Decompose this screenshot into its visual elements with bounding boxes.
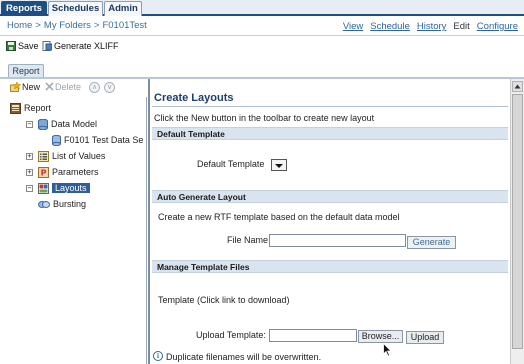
tab-report[interactable]: Report [8,64,44,78]
tree-item-label: F0101 Test Data Se [64,135,144,145]
scroll-up-icon[interactable] [512,81,523,92]
breadcrumb-separator: > [93,20,100,31]
generate-xliff-button[interactable]: Generate XLIFF [42,40,119,53]
tree-item-label: Parameters [52,167,99,177]
chevron-up-icon: ∧ [91,84,98,91]
manage-template-files-header: Manage Template Files [152,260,508,273]
upload-file-input[interactable] [269,329,357,342]
tree-item-label: List of Values [52,151,106,161]
save-button[interactable]: Save [6,40,39,53]
tab-admin[interactable]: Admin [104,1,142,16]
expand-toggle[interactable]: + [26,153,33,160]
tree-item-bursting[interactable]: Bursting [38,197,86,211]
tab-reports[interactable]: Reports [1,1,47,16]
schedule-link[interactable]: Schedule [370,21,410,32]
database-icon [52,135,61,146]
history-link[interactable]: History [417,21,447,32]
header-divider [0,35,524,36]
collapse-toggle[interactable]: − [26,121,33,128]
move-up-button[interactable]: ∧ [89,82,100,93]
auto-generate-description: Create a new RTF template based on the d… [158,212,400,222]
title-divider [152,106,508,107]
generate-xliff-label: Generate XLIFF [54,41,119,51]
vertical-scrollbar[interactable] [510,79,524,364]
move-down-button[interactable]: ∨ [104,82,115,93]
delete-icon [45,82,54,91]
breadcrumb-home[interactable]: Home [7,20,32,31]
tree-item-label: Report [24,103,52,113]
intro-text: Click the New button in the toolbar to c… [154,113,375,123]
layout-tree-pane: New Delete ∧ ∨ Report − Data Model F0101… [0,79,147,364]
report-icon [10,103,21,114]
file-name-input[interactable] [269,234,406,247]
list-icon [38,151,49,162]
tree-item-list-of-values[interactable]: List of Values [38,149,105,163]
tab-schedules[interactable]: Schedules [48,1,103,16]
tree-item-label: Data Model [51,119,98,129]
new-label: New [22,82,41,92]
breadcrumb-separator: > [35,20,41,31]
edit-label: Edit [453,21,470,32]
breadcrumb-row: Home > My Folders > F0101Test View Schedule Hi… [0,17,524,35]
chevron-down-icon: ∨ [106,84,113,91]
scrollbar-thumb[interactable] [512,94,523,349]
new-icon [10,81,22,92]
save-label: Save [18,41,39,51]
delete-label: Delete [55,82,82,92]
collapse-toggle[interactable]: − [26,185,33,192]
generate-button[interactable]: Generate [407,236,456,249]
view-link[interactable]: View [343,21,363,32]
expand-toggle[interactable]: + [26,169,33,176]
tree-item-label-selected: Layouts [52,183,90,193]
breadcrumb-my-folders[interactable]: My Folders [44,20,91,31]
mouse-cursor-icon [383,343,392,357]
tree-toolbar: New Delete ∧ ∨ [0,79,147,97]
tree-item-parameters[interactable]: P Parameters [38,165,99,179]
tree-item-report[interactable]: Report [10,101,51,115]
upload-template-label: Upload Template: [196,330,266,340]
top-tab-bar: Reports Schedules Admin [0,0,524,16]
file-name-label: File Name [227,235,269,245]
tree-item-label: Bursting [53,199,87,209]
upload-button[interactable]: Upload [406,331,444,344]
database-icon [38,119,48,130]
template-download-label: Template (Click link to download) [158,295,290,305]
svg-text:P: P [41,169,47,178]
default-template-label: Default Template [197,159,265,169]
tree-item-data-set[interactable]: F0101 Test Data Se [52,133,143,147]
default-template-header: Default Template [152,127,508,140]
save-icon [6,41,16,51]
tree-item-layouts[interactable]: Layouts [38,181,90,195]
info-icon: i [153,351,163,361]
new-button[interactable]: New [10,81,41,92]
chevron-down-icon [275,164,283,168]
browse-button[interactable]: Browse... [358,330,403,343]
breadcrumb-current: F0101Test [102,20,147,31]
parameters-icon: P [38,167,49,178]
view-links: View Schedule History Edit Configure [336,21,518,32]
bursting-icon [38,201,50,208]
configure-link[interactable]: Configure [477,21,518,32]
generate-xliff-icon [42,41,53,51]
breadcrumb: Home > My Folders > F0101Test [7,20,147,31]
page-title: Create Layouts [154,92,234,104]
main-toolbar: Save Generate XLIFF [0,37,524,55]
delete-button[interactable]: Delete [45,82,81,92]
layouts-icon [38,183,49,194]
default-template-select[interactable] [271,159,287,171]
tree-item-data-model[interactable]: Data Model [38,117,97,131]
duplicate-warning-text: Duplicate filenames will be overwritten. [166,352,322,362]
auto-generate-header: Auto Generate Layout [152,190,508,203]
